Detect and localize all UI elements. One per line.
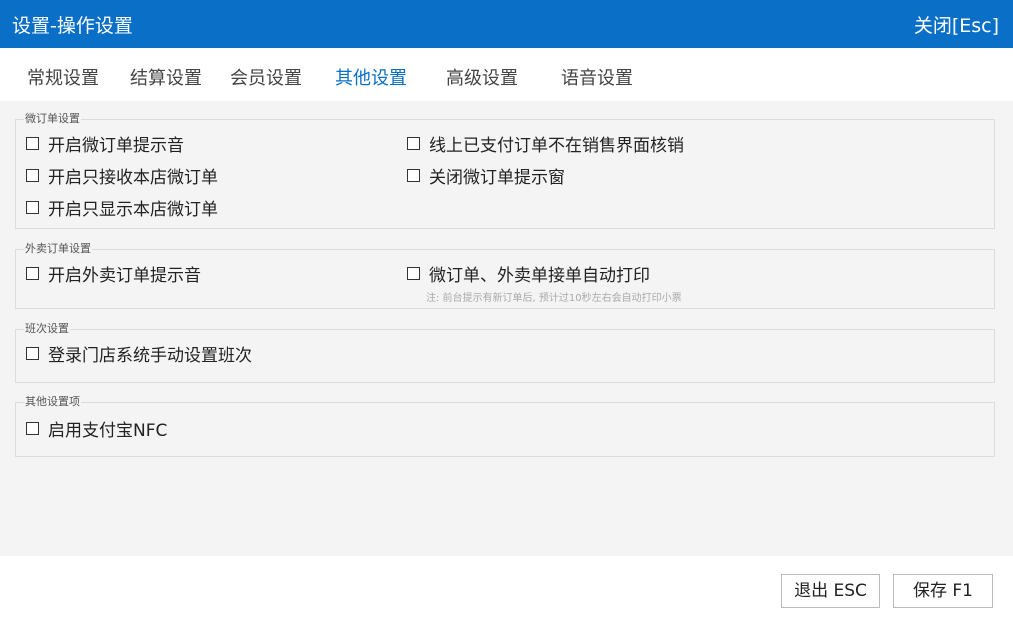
checkbox-icon[interactable]: [26, 347, 39, 360]
checkbox-manual-shift[interactable]: 登录门店系统手动设置班次: [26, 345, 252, 367]
checkbox-icon[interactable]: [26, 169, 39, 182]
other-group: 其他设置项 启用支付宝NFC: [15, 395, 995, 457]
tab-other[interactable]: 其他设置: [335, 64, 407, 90]
option-label: 微订单、外卖单接单自动打印: [429, 266, 650, 286]
group-title: 外卖订单设置: [24, 242, 92, 256]
group-title: 班次设置: [24, 322, 70, 336]
checkbox-icon[interactable]: [407, 169, 420, 182]
option-label: 开启外卖订单提示音: [48, 266, 201, 286]
checkbox-icon[interactable]: [407, 267, 420, 280]
option-label: 登录门店系统手动设置班次: [48, 346, 252, 366]
tab-checkout[interactable]: 结算设置: [130, 64, 202, 90]
takeout-order-group: 外卖订单设置 开启外卖订单提示音 微订单、外卖单接单自动打印 注: 前台提示有新…: [15, 242, 995, 309]
checkbox-store-only-receive[interactable]: 开启只接收本店微订单: [26, 167, 218, 189]
checkbox-icon[interactable]: [26, 267, 39, 280]
tab-advanced[interactable]: 高级设置: [446, 64, 518, 90]
checkbox-close-popup[interactable]: 关闭微订单提示窗: [407, 167, 565, 189]
shift-group: 班次设置 登录门店系统手动设置班次: [15, 322, 995, 383]
save-button[interactable]: 保存 F1: [893, 574, 993, 608]
checkbox-auto-print[interactable]: 微订单、外卖单接单自动打印: [407, 265, 650, 287]
auto-print-note: 注: 前台提示有新订单后, 预计过10秒左右会自动打印小票: [426, 293, 682, 304]
checkbox-store-only-show[interactable]: 开启只显示本店微订单: [26, 199, 218, 221]
tab-general[interactable]: 常规设置: [27, 64, 99, 90]
option-label: 开启微订单提示音: [48, 136, 184, 156]
checkbox-micro-order-sound[interactable]: 开启微订单提示音: [26, 135, 184, 157]
checkbox-icon[interactable]: [26, 201, 39, 214]
checkbox-icon[interactable]: [26, 422, 39, 435]
close-button[interactable]: 关闭[Esc]: [914, 11, 999, 38]
title-bar: 设置-操作设置 关闭[Esc]: [0, 0, 1013, 48]
checkbox-alipay-nfc[interactable]: 启用支付宝NFC: [26, 420, 167, 442]
tab-member[interactable]: 会员设置: [230, 64, 302, 90]
micro-order-group: 微订单设置 开启微订单提示音 线上已支付订单不在销售界面核销 开启只接收本店微订…: [15, 112, 995, 229]
checkbox-takeout-sound[interactable]: 开启外卖订单提示音: [26, 265, 201, 287]
option-label: 开启只接收本店微订单: [48, 168, 218, 188]
checkbox-icon[interactable]: [26, 137, 39, 150]
settings-panel: 微订单设置 开启微订单提示音 线上已支付订单不在销售界面核销 开启只接收本店微订…: [0, 101, 1013, 556]
checkbox-online-paid-no-verify[interactable]: 线上已支付订单不在销售界面核销: [407, 135, 684, 157]
option-label: 开启只显示本店微订单: [48, 200, 218, 220]
option-label: 关闭微订单提示窗: [429, 168, 565, 188]
option-label: 启用支付宝NFC: [48, 421, 168, 441]
checkbox-icon[interactable]: [407, 137, 420, 150]
exit-button[interactable]: 退出 ESC: [781, 574, 880, 608]
footer: 退出 ESC 保存 F1: [0, 556, 1013, 619]
window-title: 设置-操作设置: [12, 15, 133, 37]
group-title: 微订单设置: [24, 112, 81, 126]
tab-voice[interactable]: 语音设置: [561, 64, 633, 90]
option-label: 线上已支付订单不在销售界面核销: [429, 136, 684, 156]
tab-bar: 常规设置 结算设置 会员设置 其他设置 高级设置 语音设置: [0, 48, 1013, 101]
group-title: 其他设置项: [24, 395, 81, 409]
